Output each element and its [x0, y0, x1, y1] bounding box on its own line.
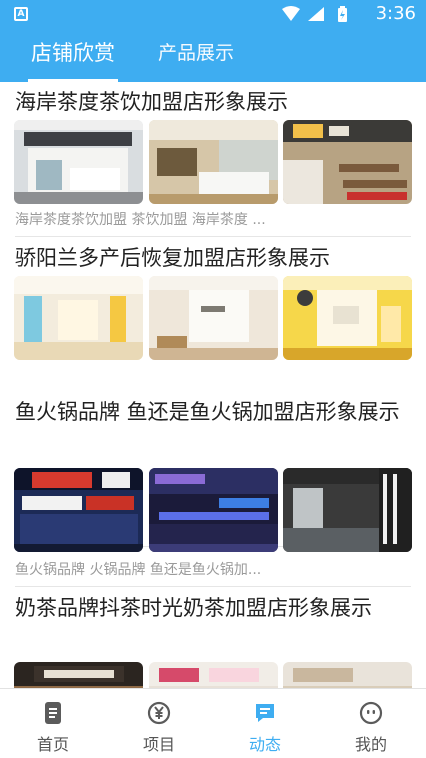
- document-icon: [45, 702, 61, 724]
- store-feed[interactable]: 海岸茶度茶饮加盟店形象展示 海岸茶度茶饮加盟 茶饮加盟 海岸茶度 ... 骄阳兰…: [0, 82, 426, 688]
- a-notification-icon: A: [14, 7, 28, 21]
- store-photo[interactable]: [14, 468, 143, 552]
- tab-store-gallery[interactable]: 店铺欣赏: [14, 28, 132, 82]
- list-item[interactable]: 奶茶品牌抖茶时光奶茶加盟店形象展示: [0, 586, 426, 688]
- list-item[interactable]: 鱼火锅品牌 鱼还是鱼火锅加盟店形象展示 鱼火锅品牌 火锅品牌 鱼还是鱼火锅加..…: [0, 390, 426, 587]
- store-photo[interactable]: [283, 468, 412, 552]
- store-photo[interactable]: [149, 662, 278, 688]
- store-photo[interactable]: [283, 120, 412, 204]
- nav-label: 动态: [248, 735, 281, 754]
- list-item[interactable]: 骄阳兰多产后恢复加盟店形象展示: [0, 238, 426, 547]
- status-icons: [282, 6, 347, 22]
- list-item[interactable]: 海岸茶度茶饮加盟店形象展示 海岸茶度茶饮加盟 茶饮加盟 海岸茶度 ...: [0, 82, 426, 238]
- tab-label: 店铺欣赏: [31, 41, 115, 65]
- card-tags: 海岸茶度茶饮加盟 茶饮加盟 海岸茶度 ...: [15, 212, 266, 228]
- nav-label: 我的: [354, 735, 387, 754]
- store-photo[interactable]: [14, 120, 143, 204]
- card-title: 骄阳兰多产后恢复加盟店形象展示: [15, 246, 330, 270]
- message-icon: [256, 704, 274, 722]
- nav-label: 项目: [142, 735, 175, 754]
- top-tab-bar: 店铺欣赏 产品展示: [0, 28, 426, 82]
- nav-home[interactable]: 首页: [0, 689, 106, 758]
- signal-icon: [308, 7, 324, 21]
- store-photo[interactable]: [283, 276, 412, 360]
- battery-icon: [338, 6, 347, 22]
- card-tags: 鱼火锅品牌 火锅品牌 鱼还是鱼火锅加...: [15, 562, 262, 578]
- tab-product-showcase[interactable]: 产品展示: [146, 28, 246, 82]
- face-icon: [359, 701, 383, 725]
- wifi-icon: [282, 6, 300, 21]
- store-photo[interactable]: [149, 120, 278, 204]
- tab-label: 产品展示: [157, 42, 234, 64]
- status-bar: A 3:36: [0, 0, 426, 28]
- card-title: 奶茶品牌抖茶时光奶茶加盟店形象展示: [15, 596, 372, 620]
- card-title: 海岸茶度茶饮加盟店形象展示: [15, 90, 288, 114]
- store-photo[interactable]: [14, 276, 143, 360]
- nav-projects[interactable]: 项目: [106, 689, 212, 758]
- clock: 3:36: [375, 3, 416, 24]
- store-photo[interactable]: [149, 468, 278, 552]
- bottom-nav: 首页 项目 动态 我的: [0, 688, 426, 758]
- nav-profile[interactable]: 我的: [318, 689, 424, 758]
- nav-label: 首页: [36, 735, 69, 754]
- store-photo[interactable]: [283, 662, 412, 688]
- store-photo[interactable]: [149, 276, 278, 360]
- card-title: 鱼火锅品牌 鱼还是鱼火锅加盟店形象展示: [15, 400, 400, 424]
- divider: [15, 236, 411, 237]
- nav-activity[interactable]: 动态: [212, 689, 318, 758]
- store-photo[interactable]: [14, 662, 143, 688]
- yen-icon: [147, 701, 171, 725]
